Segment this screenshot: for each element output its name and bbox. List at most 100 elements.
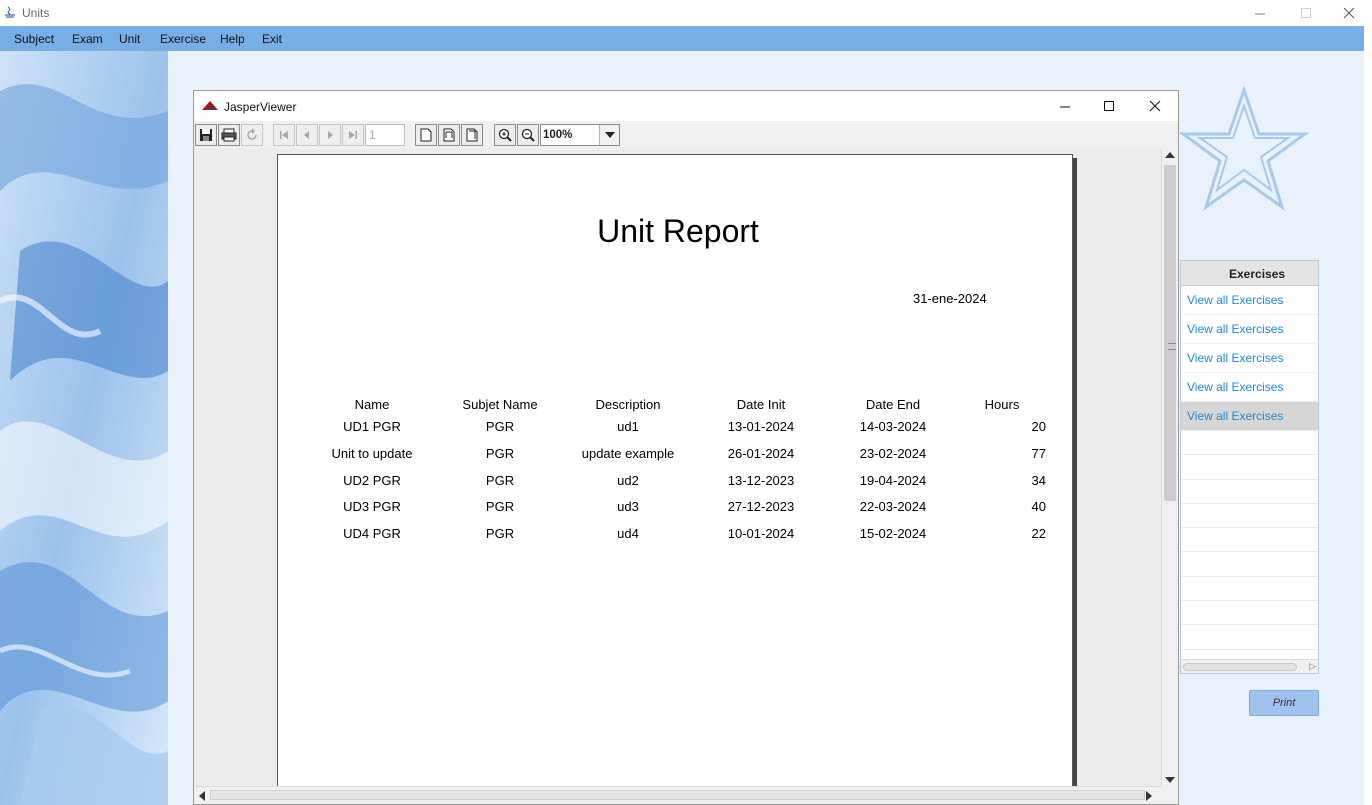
table-row-selected[interactable]: View all Exercises — [1181, 402, 1318, 431]
next-page-button[interactable] — [319, 124, 341, 146]
table-cell: PGR — [485, 499, 515, 514]
view-all-exercises-link[interactable]: View all Exercises — [1187, 380, 1283, 394]
column-header-name: Name — [354, 397, 390, 412]
scrollbar-grip-icon — [1168, 343, 1176, 350]
scrollbar-thumb[interactable] — [1183, 663, 1297, 671]
table-cell: PGR — [485, 526, 515, 541]
previous-page-icon — [304, 131, 309, 139]
table-cell: 13-01-2024 — [727, 419, 795, 434]
zoom-level-select[interactable]: 100% — [540, 124, 620, 146]
scrollbar-thumb[interactable] — [1164, 165, 1176, 501]
table-cell: ud3 — [617, 499, 639, 514]
minimize-icon — [1254, 13, 1265, 14]
reload-icon — [247, 128, 257, 140]
viewer-maximize-button[interactable] — [1086, 91, 1132, 121]
window-title: Units — [22, 6, 50, 20]
table-cell: PGR — [485, 473, 515, 488]
menu-unit[interactable]: Unit — [119, 32, 140, 46]
save-button[interactable] — [195, 124, 217, 146]
viewer-title: JasperViewer — [224, 100, 297, 114]
viewer-titlebar: JasperViewer — [194, 91, 1178, 121]
first-page-icon — [280, 131, 288, 139]
main-titlebar: Units — [0, 0, 1372, 26]
report-date: 31-ene-2024 — [913, 291, 987, 306]
exercises-horizontal-scrollbar[interactable]: ▷ — [1181, 659, 1318, 673]
fit-width-button[interactable] — [461, 124, 483, 146]
table-cell: 23-02-2024 — [859, 446, 927, 461]
maximize-button[interactable] — [1283, 0, 1329, 26]
scroll-right-icon[interactable] — [1145, 791, 1153, 801]
close-icon — [1149, 100, 1161, 112]
scroll-left-icon[interactable] — [198, 791, 206, 801]
empty-table-row — [1181, 480, 1318, 504]
next-page-icon — [328, 131, 333, 139]
column-header-subject-name: Subjet Name — [462, 397, 538, 412]
maximize-icon — [1103, 100, 1114, 111]
table-row[interactable]: View all Exercises — [1181, 286, 1318, 315]
table-cell: 22 — [1031, 526, 1046, 541]
zoom-in-button[interactable] — [494, 124, 516, 146]
zoom-dropdown-button[interactable] — [599, 125, 619, 145]
page-number-input[interactable]: 1 — [365, 124, 405, 146]
minimize-button[interactable] — [1237, 0, 1283, 26]
table-row[interactable]: View all Exercises — [1181, 315, 1318, 344]
report-viewport[interactable]: Unit Report 31-ene-2024 Name Subjet Name… — [194, 149, 1161, 786]
save-icon — [200, 129, 212, 141]
report-vertical-scrollbar[interactable] — [1161, 149, 1178, 786]
view-all-exercises-link[interactable]: View all Exercises — [1187, 409, 1283, 423]
reload-button[interactable] — [241, 124, 263, 146]
empty-table-row — [1181, 455, 1318, 480]
menu-exit[interactable]: Exit — [262, 32, 282, 46]
scroll-up-icon[interactable] — [1165, 151, 1175, 159]
actual-size-icon — [420, 128, 432, 142]
viewer-close-button[interactable] — [1132, 91, 1178, 121]
minimize-icon — [1059, 106, 1070, 107]
close-icon — [1343, 7, 1355, 19]
exercises-column-header[interactable]: Exercises — [1181, 261, 1318, 286]
table-cell: PGR — [485, 446, 515, 461]
table-cell: 10-01-2024 — [727, 526, 795, 541]
actual-size-button[interactable] — [415, 124, 437, 146]
menu-exam[interactable]: Exam — [72, 32, 103, 46]
table-cell: 27-12-2023 — [727, 499, 795, 514]
table-cell: 22-03-2024 — [859, 499, 927, 514]
previous-page-button[interactable] — [296, 124, 318, 146]
scrollbar-thumb[interactable] — [210, 790, 1145, 800]
menu-help[interactable]: Help — [220, 32, 245, 46]
empty-table-row — [1181, 528, 1318, 553]
last-page-icon — [349, 131, 357, 139]
table-cell: ud4 — [617, 526, 639, 541]
table-cell: 20 — [1031, 419, 1046, 434]
scroll-right-icon[interactable]: ▷ — [1309, 661, 1316, 672]
view-all-exercises-link[interactable]: View all Exercises — [1187, 322, 1283, 336]
last-page-button[interactable] — [342, 124, 364, 146]
column-header-hours: Hours — [984, 397, 1020, 412]
close-button[interactable] — [1326, 0, 1372, 26]
fit-page-button[interactable] — [438, 124, 460, 146]
print-report-button[interactable] — [218, 124, 240, 146]
print-button[interactable]: Print — [1249, 690, 1319, 716]
jasper-logo-icon — [202, 101, 218, 110]
table-cell: 77 — [1031, 446, 1046, 461]
table-cell: UD1 PGR — [343, 419, 401, 434]
view-all-exercises-link[interactable]: View all Exercises — [1187, 293, 1283, 307]
viewer-minimize-button[interactable] — [1042, 91, 1088, 121]
column-header-description: Description — [595, 397, 661, 412]
zoom-out-button[interactable] — [517, 124, 539, 146]
empty-table-row — [1181, 577, 1318, 602]
zoom-in-icon — [498, 128, 512, 142]
column-header-date-end: Date End — [865, 397, 921, 412]
table-cell: PGR — [485, 419, 515, 434]
menu-subject[interactable]: Subject — [14, 32, 54, 46]
printer-icon — [221, 128, 237, 142]
column-header-date-init: Date Init — [736, 397, 786, 412]
first-page-button[interactable] — [273, 124, 295, 146]
scroll-down-icon[interactable] — [1165, 776, 1175, 784]
viewer-toolbar: 1 100% — [194, 121, 1178, 149]
table-row[interactable]: View all Exercises — [1181, 373, 1318, 402]
report-horizontal-scrollbar[interactable] — [194, 786, 1161, 803]
table-row[interactable]: View all Exercises — [1181, 344, 1318, 373]
table-cell: update example — [581, 446, 675, 461]
menu-exercise[interactable]: Exercise — [160, 32, 206, 46]
view-all-exercises-link[interactable]: View all Exercises — [1187, 351, 1283, 365]
